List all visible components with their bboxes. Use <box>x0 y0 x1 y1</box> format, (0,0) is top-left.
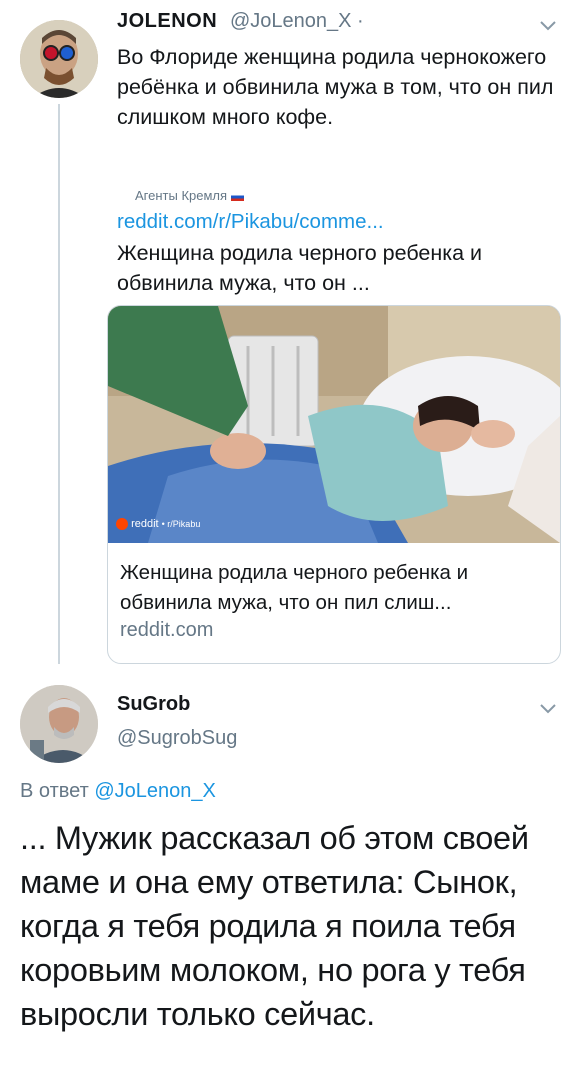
author-name[interactable]: JOLENON <box>117 10 217 33</box>
card-badge-site: reddit <box>131 518 159 530</box>
source-tag-label: Агенты Кремля <box>135 188 228 203</box>
source-tag: Агенты Кремля <box>135 188 245 203</box>
reply-context: В ответ @JoLenon_X <box>20 780 216 803</box>
card-image: reddit • r/Pikabu <box>108 306 560 543</box>
tweet-link[interactable]: reddit.com/r/Pikabu/comme... <box>117 210 384 234</box>
reddit-icon <box>116 518 128 531</box>
card-domain: reddit.com <box>120 619 214 641</box>
chevron-down-icon[interactable] <box>537 697 559 719</box>
author-handle[interactable]: @SugrobSug <box>117 727 237 750</box>
reply-prefix: В ответ <box>20 780 89 802</box>
card-title: Женщина родила черного ребенка и обвинил… <box>120 561 469 614</box>
reply-handle-link[interactable]: @JoLenon_X <box>94 780 216 802</box>
thread-line <box>58 104 60 664</box>
link-card[interactable]: reddit • r/Pikabu Женщина родила черного… <box>107 305 561 664</box>
link-description: Женщина родила черного ребенка и обвинил… <box>117 241 483 295</box>
tweet-text: ... Мужик рассказал об этом своей маме и… <box>20 820 529 1032</box>
russia-flag-icon <box>231 192 245 201</box>
avatar-jolenon[interactable] <box>20 20 98 98</box>
author-name[interactable]: SuGrob <box>117 693 190 716</box>
tweet-text: Во Флориде женщина родила чернокожего ре… <box>117 45 554 129</box>
avatar-sugrob[interactable] <box>20 685 98 763</box>
avatar-jolenon-image <box>20 20 98 98</box>
author-handle[interactable]: @JoLenon_X · <box>230 10 364 33</box>
card-badge-sub: • r/Pikabu <box>161 519 201 529</box>
chevron-down-icon[interactable] <box>537 14 559 36</box>
avatar-sugrob-image <box>20 685 98 763</box>
card-image-badge: reddit • r/Pikabu <box>116 518 201 531</box>
